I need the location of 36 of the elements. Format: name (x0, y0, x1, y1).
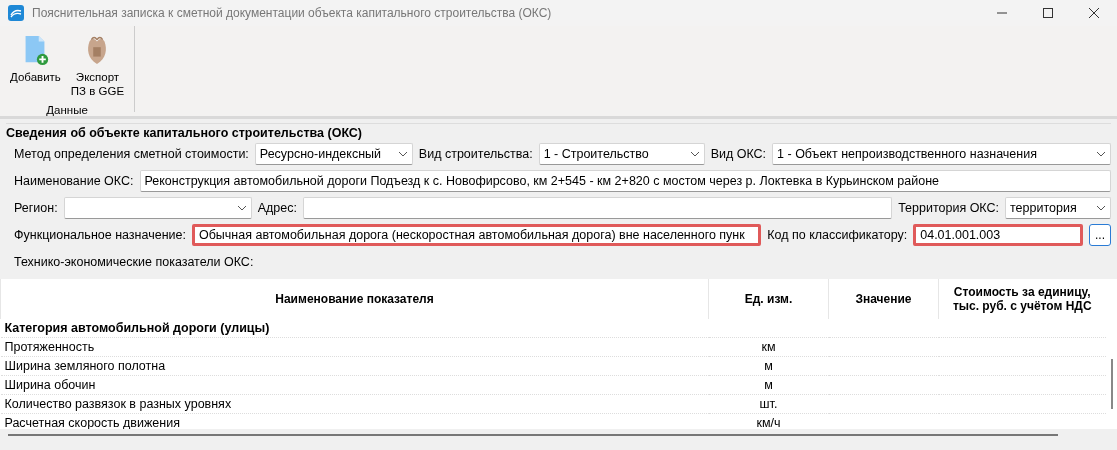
table-cell: м (708, 356, 829, 376)
table-cell: Ширина обочин (0, 375, 709, 395)
dropdown[interactable]: 1 - Строительство (538, 142, 705, 165)
dropdown[interactable]: Ресурсно-индексный (254, 142, 413, 165)
dropdown[interactable]: территория (1005, 196, 1111, 219)
dropdown[interactable]: 1 - Объект непроизводственного назначения (772, 142, 1111, 165)
column-header: Ед. изм. (708, 279, 829, 319)
table-cell: Ширина земляного полотна (0, 356, 709, 376)
section-title: Сведения об объекте капитального строительства (ОКС) (6, 123, 1111, 140)
field-label: Адрес: (257, 200, 297, 215)
field-label: Функциональное назначение: (14, 227, 186, 242)
browse-button[interactable]: ... (1089, 223, 1111, 246)
table-cell: Количество развязок в разных уровнях (0, 394, 709, 414)
window-title: Пояснительная записка к сметной документации объекта капитального строительства (ОКС) (32, 6, 553, 20)
ribbon-button[interactable]: Экспорт ПЗ в GGE (68, 30, 127, 102)
field-label: Технико-экономические показатели ОКС: (14, 254, 254, 269)
field-label: Вид строительства: (418, 146, 533, 161)
input-field[interactable]: Реконструкция автомобильной дороги Подъезд к с. Новофирсово, км 2+545 - км 2+820 с мостом через р. Локтевка в Курьинском районе (139, 169, 1111, 192)
table-cell: км (708, 337, 829, 357)
field-label: Наименование ОКС: (14, 173, 134, 188)
table-cell: шт. (708, 394, 829, 414)
column-header: Стоимость за единицу, тыс. руб. с учётом НДС (938, 279, 1106, 319)
table-cell: Протяженность (0, 337, 709, 357)
field-label: Регион: (14, 200, 58, 215)
table-cell: м (708, 375, 829, 395)
input-field[interactable]: Обычная автомобильная дорога (нескоростная автомобильная дорога) вне населенного пунк (191, 223, 762, 246)
column-header: Значение (828, 279, 939, 319)
field-label: Вид ОКС: (710, 146, 767, 161)
ribbon-button[interactable]: Добавить (8, 30, 63, 102)
group-label: Данные (46, 104, 88, 116)
field-label: Территория ОКС: (898, 200, 999, 215)
table-cell: Категория автомобильной дороги (улицы) (0, 319, 709, 338)
input-field[interactable]: 04.01.001.003 (913, 223, 1084, 246)
field-label: Метод определения сметной стоимости: (14, 146, 249, 161)
field-label: Код по классификатору: (767, 227, 908, 242)
column-header: Наименование показателя (0, 279, 709, 319)
